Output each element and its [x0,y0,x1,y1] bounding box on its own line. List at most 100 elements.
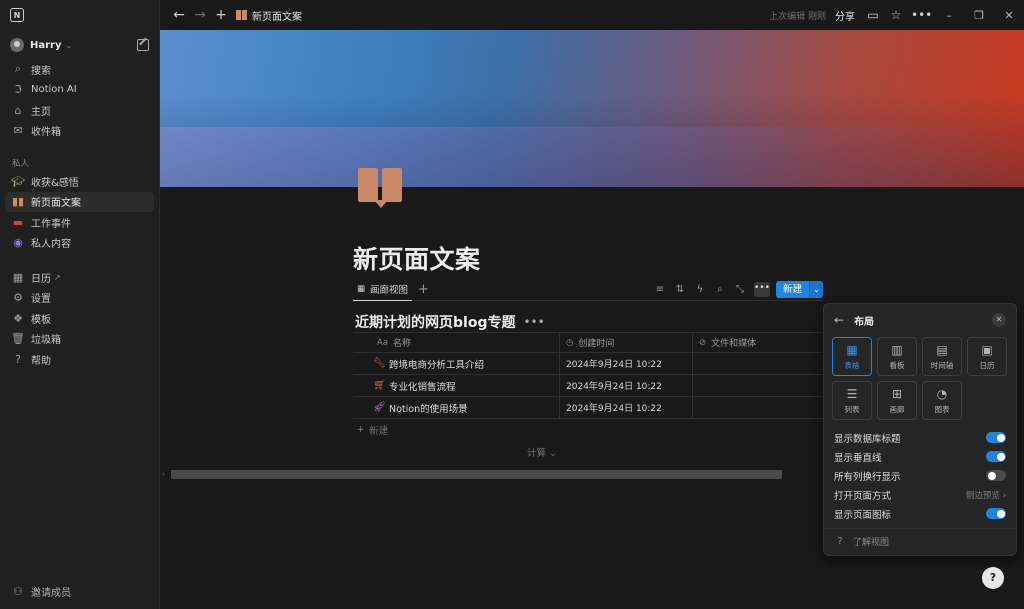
toggle-switch[interactable] [986,508,1006,519]
column-header-files[interactable]: ⊘ 文件和媒体 [693,333,823,352]
add-view-icon[interactable]: + [418,282,429,297]
layout-chart-option[interactable]: ◔ 图表 [922,381,962,420]
scroll-left-icon[interactable]: ‹ [162,470,165,478]
add-row-button[interactable]: + 新建 [353,419,823,441]
breadcrumb[interactable]: 新页面文案 [236,8,302,23]
book-icon: ▮▮ [11,195,25,209]
option-show-page-icon[interactable]: 显示页面图标 [824,504,1016,523]
plus-icon[interactable]: + [212,7,230,23]
chevron-down-icon: ⌄ [65,40,73,50]
invite-members-button[interactable]: ⚇ 邀请成员 [0,581,160,601]
sidebar-item-trash[interactable]: 🗑︎ 垃圾箱 [0,329,159,350]
more-icon[interactable]: ••• [753,282,770,297]
database-table: Aa 名称 ◷ 创建时间 ⊘ 文件和媒体 🔧︎ 跨境电商分析工具介绍 2024年9月24… [353,332,823,441]
new-page-icon[interactable] [137,39,149,51]
star-icon[interactable]: ☆ [888,8,904,22]
toggle-switch[interactable] [986,432,1006,443]
layout-list-option[interactable]: ☰ 列表 [832,381,872,420]
graduation-cap-icon: 🎓︎ [11,174,25,188]
clock-icon: ◷ [566,337,574,348]
layout-table-option[interactable]: ▦ 表格 [832,337,872,376]
more-icon[interactable]: ••• [911,8,932,22]
search-icon[interactable]: ⌕ [710,284,730,295]
sidebar-item-search[interactable]: ⌕ 搜索 [0,59,159,80]
layout-calendar-option[interactable]: ▣ 日历 [967,337,1007,376]
sidebar-item-settings[interactable]: ⚙ 设置 [0,288,159,309]
comment-icon[interactable]: ▭ [865,8,881,22]
new-button[interactable]: 新建 ⌄ [775,281,823,298]
forward-arrow-icon[interactable]: → [191,7,209,23]
table-icon: ▦ [357,284,366,294]
back-arrow-icon[interactable]: ← [170,7,188,23]
calculate-button[interactable]: 计算 ⌄ [527,445,557,459]
sidebar-item-harvest[interactable]: 🎓︎ 收获&感悟 [0,171,159,192]
sidebar-item-templates[interactable]: ❖ 模板 [0,308,159,329]
column-header-name[interactable]: Aa 名称 [353,333,560,352]
last-edited-text: 上次编辑 刚刚 [769,11,826,22]
text-property-icon: Aa [377,337,389,348]
workspace-switcher[interactable]: Harry ⌄ [0,31,159,59]
page-title[interactable]: 新页面文案 [353,240,481,276]
close-icon[interactable]: ✕ [994,9,1024,22]
inbox-icon: ✉ [13,124,23,138]
book-icon [236,10,247,20]
option-show-db-title[interactable]: 显示数据库标题 [824,428,1016,447]
book-icon[interactable] [358,168,404,208]
sidebar-item-private[interactable]: ◉ 私人内容 [0,233,159,254]
database-title[interactable]: 近期计划的网页blog专题 ••• [355,312,545,332]
layout-panel: ← 布局 ✕ ▦ 表格 ▥ 看板 ▤ 时间轴 ▣ 日历 ☰ 列表 ⊞ 画廊 ◔ 图表 显示数据… [823,303,1017,556]
layout-gallery-option[interactable]: ⊞ 画廊 [877,381,917,420]
sidebar-item-calendar[interactable]: ▦ 日历 ↗ [0,267,159,288]
add-user-icon: ⚇ [13,584,23,598]
close-icon[interactable]: ✕ [992,313,1006,327]
learn-views-link[interactable]: ? 了解视图 [824,528,1016,554]
sidebar-item-new-page[interactable]: ▮▮ 新页面文案 [5,191,154,212]
external-link-icon: ↗ [54,272,61,282]
ai-icon: ℑ [14,83,22,97]
option-open-pages-in[interactable]: 打开页面方式 侧边预览 › [824,485,1016,504]
plus-icon: + [357,425,365,435]
minimize-icon[interactable]: – [934,9,964,22]
share-button[interactable]: 分享 [835,8,855,23]
layout-timeline-option[interactable]: ▤ 时间轴 [922,337,962,376]
cart-icon: 🛒︎ [373,380,386,391]
automation-icon[interactable]: ϟ [690,284,710,295]
table-row[interactable]: 🔧︎ 跨境电商分析工具介绍 2024年9月24日 10:22 [353,353,823,375]
sidebar-item-inbox[interactable]: ✉ 收件箱 [0,121,159,142]
more-icon[interactable]: ••• [523,315,544,329]
tab-gallery-view[interactable]: ▦ 画廊视图 [353,279,413,301]
toggle-switch[interactable] [986,470,1006,481]
sidebar-item-notion-ai[interactable]: ℑ Notion AI [0,80,159,101]
board-icon: ▥ [891,342,903,357]
option-wrap-columns[interactable]: 所有列换行显示 [824,466,1016,485]
rocket-icon: 🚀︎ [373,402,386,413]
option-show-vertical-lines[interactable]: 显示垂直线 [824,447,1016,466]
view-toolbar: ▦ 画廊视图 + ≡ ⇅ ϟ ⌕ ⤡ ••• 新建 ⌄ [353,279,823,301]
calendar-icon: ▣ [981,342,993,357]
layout-board-option[interactable]: ▥ 看板 [877,337,917,376]
notion-logo-icon[interactable]: N [10,8,24,22]
column-header-created[interactable]: ◷ 创建时间 [560,333,693,352]
sidebar-item-work[interactable]: ▬ 工作事件 [0,212,159,233]
restore-icon[interactable]: ❐ [964,9,994,22]
home-icon: ⌂ [14,103,22,117]
filter-icon[interactable]: ≡ [650,284,670,295]
topbar: ← → + 新页面文案 上次编辑 刚刚 分享 ▭ ☆ ••• – ❐ ✕ [160,0,1024,30]
sort-icon[interactable]: ⇅ [670,284,690,295]
sidebar: N Harry ⌄ ⌕ 搜索 ℑ Notion AI ⌂ 主页 ✉ 收件箱 私人 🎓︎ 收… [0,0,160,609]
horizontal-scrollbar[interactable] [171,470,782,479]
expand-icon[interactable]: ⤡ [730,284,750,295]
list-icon: ☰ [846,386,858,401]
back-arrow-icon[interactable]: ← [834,313,844,327]
table-row[interactable]: 🚀︎ Notion的使用场景 2024年9月24日 10:22 [353,397,823,419]
table-header: Aa 名称 ◷ 创建时间 ⊘ 文件和媒体 [353,332,823,353]
sidebar-item-help[interactable]: ? 帮助 [0,349,159,370]
table-row[interactable]: 🛒︎ 专业化销售流程 2024年9月24日 10:22 [353,375,823,397]
help-fab-icon[interactable]: ? [982,567,1004,589]
private-section-label: 私人 [12,159,30,169]
page-cover[interactable] [160,30,1024,187]
sidebar-item-home[interactable]: ⌂ 主页 [0,100,159,121]
chevron-down-icon[interactable]: ⌄ [809,281,823,298]
toggle-switch[interactable] [986,451,1006,462]
gamepad-icon: ◉ [13,236,23,250]
